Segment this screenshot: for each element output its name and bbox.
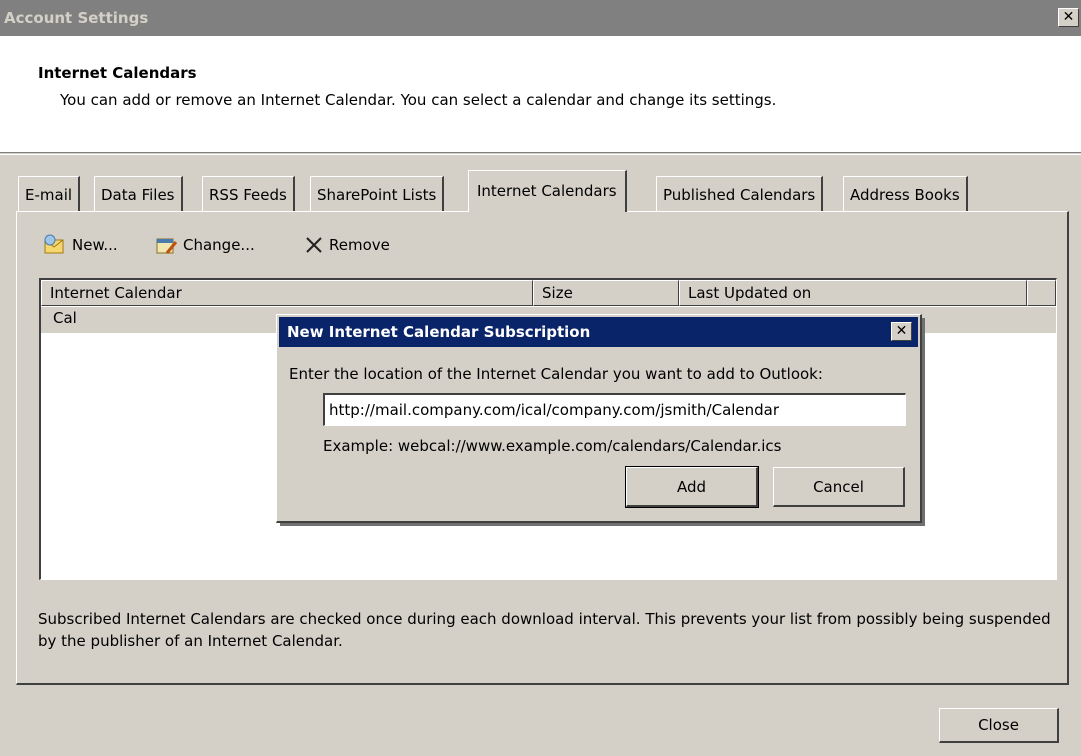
- new-button-label: New...: [72, 236, 118, 254]
- change-button[interactable]: Change...: [153, 232, 255, 258]
- change-calendar-icon: [153, 234, 179, 256]
- window-title: Account Settings: [4, 9, 149, 27]
- tab-email[interactable]: E-mail: [18, 176, 81, 211]
- remove-button[interactable]: Remove: [303, 232, 390, 258]
- page-title: Internet Calendars: [38, 64, 197, 82]
- remove-button-label: Remove: [329, 236, 390, 254]
- new-button[interactable]: New...: [42, 232, 118, 258]
- column-header-filler: [1027, 280, 1056, 306]
- dialog-prompt: Enter the location of the Internet Calen…: [289, 365, 823, 383]
- footnote-text: Subscribed Internet Calendars are checke…: [38, 610, 1051, 650]
- calendar-url-input[interactable]: [323, 393, 906, 426]
- change-button-label: Change...: [183, 236, 255, 254]
- add-button[interactable]: Add: [625, 466, 759, 508]
- window-titlebar: Account Settings ✕: [0, 0, 1081, 36]
- tab-sharepoint-lists[interactable]: SharePoint Lists: [310, 176, 445, 211]
- tab-address-books[interactable]: Address Books: [843, 176, 968, 211]
- new-calendar-icon: [42, 234, 68, 256]
- column-header-size[interactable]: Size: [533, 280, 679, 306]
- new-subscription-dialog: New Internet Calendar Subscription ✕ Ent…: [276, 314, 922, 523]
- window-close-icon[interactable]: ✕: [1058, 8, 1079, 27]
- close-button[interactable]: Close: [939, 708, 1059, 743]
- tab-published-calendars[interactable]: Published Calendars: [656, 176, 824, 211]
- page-description: You can add or remove an Internet Calend…: [60, 91, 777, 109]
- dialog-example: Example: webcal://www.example.com/calend…: [323, 437, 782, 455]
- dialog-shadow-bottom: [280, 523, 925, 526]
- tab-rss-feeds[interactable]: RSS Feeds: [202, 176, 295, 211]
- remove-x-icon: [303, 234, 325, 256]
- tab-data-files[interactable]: Data Files: [94, 176, 183, 211]
- dialog-titlebar: New Internet Calendar Subscription ✕: [279, 317, 918, 347]
- dialog-shadow-right: [922, 318, 925, 526]
- dialog-close-icon[interactable]: ✕: [891, 322, 912, 341]
- cancel-button[interactable]: Cancel: [773, 467, 905, 507]
- tab-internet-calendars[interactable]: Internet Calendars: [468, 170, 627, 212]
- dialog-title: New Internet Calendar Subscription: [287, 323, 591, 341]
- row-calendar-name: Cal: [53, 309, 77, 327]
- column-header-internet-calendar[interactable]: Internet Calendar: [41, 280, 533, 306]
- header-separator: [0, 154, 1081, 155]
- column-header-last-updated[interactable]: Last Updated on: [679, 280, 1027, 306]
- header-panel: Internet Calendars You can add or remove…: [0, 36, 1081, 153]
